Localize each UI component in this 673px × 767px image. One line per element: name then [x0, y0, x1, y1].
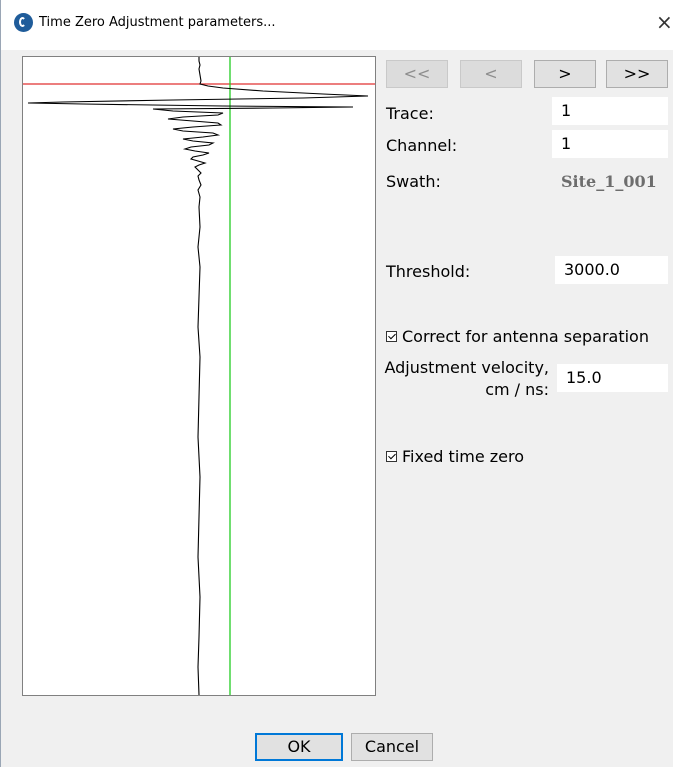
correct-antenna-label: Correct for antenna separation — [402, 327, 649, 346]
threshold-label: Threshold: — [386, 262, 471, 281]
trace-field[interactable]: 1 — [552, 97, 668, 125]
dialog-window: Time Zero Adjustment parameters... × << … — [0, 0, 673, 767]
threshold-field[interactable]: 3000.0 — [555, 256, 668, 284]
fixed-time-zero-label: Fixed time zero — [402, 447, 525, 466]
ok-button[interactable]: OK — [255, 733, 343, 761]
first-trace-button[interactable]: << — [386, 60, 448, 88]
app-logo-icon — [14, 13, 33, 32]
previous-trace-button[interactable]: < — [460, 60, 522, 88]
swath-value: Site_1_001 — [561, 172, 657, 191]
checkbox-checked-icon — [386, 331, 397, 342]
trace-waveform — [27, 57, 369, 695]
velocity-label-line1: Adjustment velocity, — [384, 358, 549, 377]
trace-plot-canvas — [23, 57, 375, 695]
fixed-time-zero-checkbox[interactable]: Fixed time zero — [386, 447, 524, 466]
velocity-field[interactable]: 15.0 — [557, 364, 668, 392]
velocity-label: Adjustment velocity, cm / ns: — [384, 357, 549, 401]
title-bar: Time Zero Adjustment parameters... × — [1, 0, 673, 50]
last-trace-button[interactable]: >> — [606, 60, 668, 88]
channel-label: Channel: — [386, 136, 458, 155]
correct-antenna-checkbox[interactable]: Correct for antenna separation — [386, 327, 649, 346]
swath-label: Swath: — [386, 172, 441, 191]
trace-plot[interactable] — [22, 56, 376, 696]
window-title: Time Zero Adjustment parameters... — [39, 15, 276, 30]
checkbox-checked-icon — [386, 451, 397, 462]
close-icon[interactable]: × — [656, 10, 673, 34]
trace-label: Trace: — [386, 104, 434, 123]
cancel-button[interactable]: Cancel — [351, 733, 433, 761]
channel-field[interactable]: 1 — [552, 130, 668, 158]
velocity-label-line2: cm / ns: — [485, 380, 549, 399]
next-trace-button[interactable]: > — [534, 60, 596, 88]
